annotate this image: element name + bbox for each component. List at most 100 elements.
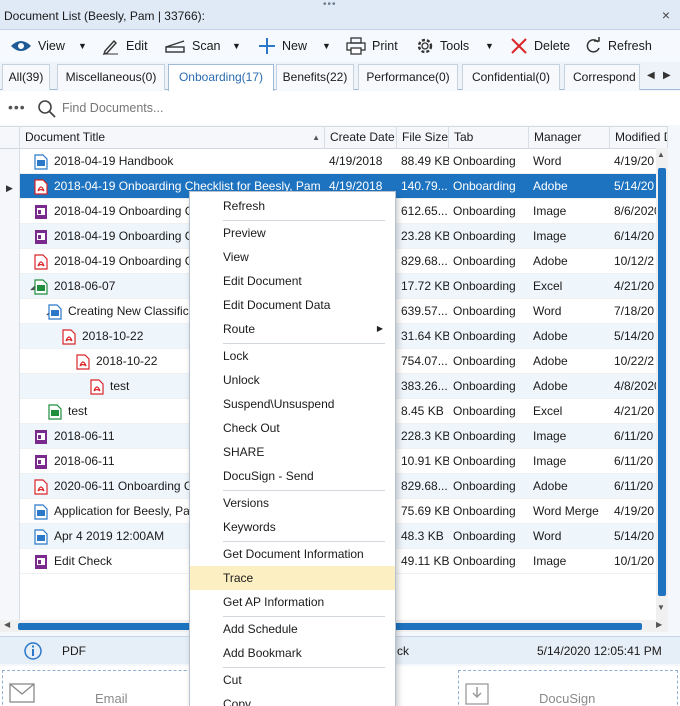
cell-tab: Onboarding [453, 379, 516, 393]
cell-file-size: 754.07... [401, 354, 448, 368]
menu-item-share[interactable]: SHARE [190, 440, 395, 464]
menu-item-cut[interactable]: Cut [190, 668, 395, 692]
cell-tab: Onboarding [453, 329, 516, 343]
cell-create-date: 4/19/2018 [329, 154, 383, 168]
tools-button[interactable]: Tools [416, 35, 469, 57]
column-document-title[interactable]: Document Title ▲ [20, 127, 325, 149]
cell-manager: Image [533, 554, 567, 568]
tab-benefits[interactable]: Benefits(22) [276, 64, 354, 90]
cell-manager: Word [533, 304, 562, 318]
status-timestamp: 5/14/2020 12:05:41 PM [537, 644, 662, 658]
print-label: Print [372, 39, 398, 53]
menu-item-keywords[interactable]: Keywords [190, 515, 395, 539]
row-selector-header [0, 127, 20, 149]
refresh-button[interactable]: Refresh [584, 35, 652, 57]
column-create-date[interactable]: Create Date [325, 127, 397, 149]
scroll-left-icon[interactable]: ◀ [4, 620, 10, 629]
cell-file-size: 829.68... [401, 254, 448, 268]
menu-item-preview[interactable]: Preview [190, 221, 395, 245]
tab-confidential[interactable]: Confidential(0) [462, 64, 560, 90]
scroll-down-icon[interactable]: ▼ [657, 603, 665, 612]
new-dropdown-icon[interactable]: ▼ [322, 35, 331, 57]
tab-performance[interactable]: Performance(0) [358, 64, 458, 90]
view-button[interactable]: View [10, 35, 65, 57]
cell-tab: Onboarding [453, 154, 516, 168]
tools-dropdown-icon[interactable]: ▼ [485, 35, 494, 57]
print-button[interactable]: Print [346, 35, 398, 57]
view-label: View [38, 39, 65, 53]
menu-item-lock[interactable]: Lock [190, 344, 395, 368]
cell-tab: Onboarding [453, 304, 516, 318]
sort-ascending-icon: ▲ [312, 133, 320, 142]
cell-manager: Word [533, 529, 562, 543]
document-list-window: ••• Document List (Beesly, Pam | 33766):… [0, 0, 680, 706]
new-button[interactable]: New [258, 35, 307, 57]
table-row[interactable]: 2018-04-19 Handbook 4/19/2018 88.49 KB Onbo… [20, 149, 668, 174]
delete-button[interactable]: Delete [510, 35, 570, 57]
cell-tab: Onboarding [453, 354, 516, 368]
tab-scroll-right-icon[interactable]: ▶ [663, 70, 671, 81]
word-file-icon [34, 504, 48, 520]
image-file-icon [35, 555, 47, 569]
tab-scroll-left-icon[interactable]: ◀ [647, 70, 655, 81]
menu-item-add-bookmark[interactable]: Add Bookmark [190, 641, 395, 665]
tab-all[interactable]: All(39) [2, 64, 50, 90]
menu-item-edit-document-data[interactable]: Edit Document Data [190, 293, 395, 317]
column-file-size[interactable]: File Size [397, 127, 449, 149]
menu-item-view[interactable]: View [190, 245, 395, 269]
cell-manager: Adobe [533, 354, 568, 368]
scroll-up-icon[interactable]: ▲ [657, 150, 665, 159]
vertical-scrollbar[interactable]: ▲ ▼ [656, 148, 668, 620]
pdf-file-icon [34, 254, 48, 270]
menu-item-unlock[interactable]: Unlock [190, 368, 395, 392]
tab-correspondence[interactable]: Correspond [564, 64, 640, 90]
submenu-arrow-icon: ▶ [376, 324, 383, 333]
menu-item-trace[interactable]: Trace [190, 566, 395, 590]
menu-item-check-out[interactable]: Check Out [190, 416, 395, 440]
vertical-scroll-thumb[interactable] [658, 168, 666, 596]
excel-file-icon [34, 279, 48, 295]
close-icon[interactable]: × [660, 8, 672, 22]
docusign-drop-target[interactable]: DocuSign [458, 670, 678, 706]
download-icon [465, 683, 489, 705]
cell-tab: Onboarding [453, 429, 516, 443]
menu-item-get-ap-information[interactable]: Get AP Information [190, 590, 395, 614]
cell-file-size: 612.65... [401, 204, 448, 218]
info-icon[interactable] [24, 642, 42, 660]
menu-item-get-document-information[interactable]: Get Document Information [190, 542, 395, 566]
cell-manager: Word [533, 154, 562, 168]
envelope-icon [9, 683, 35, 703]
grid-header: Document Title ▲ Create Date File Size T… [0, 127, 668, 149]
eye-icon [11, 41, 31, 51]
menu-item-versions[interactable]: Versions [190, 491, 395, 515]
menu-item-edit-document[interactable]: Edit Document [190, 269, 395, 293]
menu-item-copy[interactable]: Copy [190, 692, 395, 706]
cell-manager: Image [533, 429, 567, 443]
menu-item-route[interactable]: Route ▶ [190, 317, 395, 341]
word-file-icon [48, 304, 62, 320]
cell-tab: Onboarding [453, 254, 516, 268]
resize-grip[interactable]: ••• [323, 0, 337, 10]
pencil-icon [102, 39, 118, 55]
find-documents-input[interactable] [62, 98, 362, 118]
scan-label: Scan [192, 39, 221, 53]
status-status-text: ck [397, 644, 409, 658]
view-dropdown-icon[interactable]: ▼ [78, 35, 87, 57]
menu-item-add-schedule[interactable]: Add Schedule [190, 617, 395, 641]
cell-manager: Excel [533, 404, 563, 418]
menu-item-docusign-send[interactable]: DocuSign - Send [190, 464, 395, 488]
column-manager[interactable]: Manager [529, 127, 610, 149]
scan-button[interactable]: Scan [164, 35, 221, 57]
column-modified-date[interactable]: Modified D [610, 127, 668, 149]
scanner-icon [165, 40, 185, 53]
column-tab[interactable]: Tab [449, 127, 529, 149]
scan-dropdown-icon[interactable]: ▼ [232, 35, 241, 57]
menu-item-suspend[interactable]: Suspend\Unsuspend [190, 392, 395, 416]
plus-icon [259, 38, 275, 54]
more-options-icon[interactable]: ••• [8, 99, 26, 115]
scroll-right-icon[interactable]: ▶ [656, 620, 662, 629]
menu-item-refresh[interactable]: Refresh [190, 194, 395, 218]
tab-miscellaneous[interactable]: Miscellaneous(0) [57, 64, 165, 90]
edit-button[interactable]: Edit [102, 35, 148, 57]
tab-onboarding[interactable]: Onboarding(17) [168, 64, 274, 91]
